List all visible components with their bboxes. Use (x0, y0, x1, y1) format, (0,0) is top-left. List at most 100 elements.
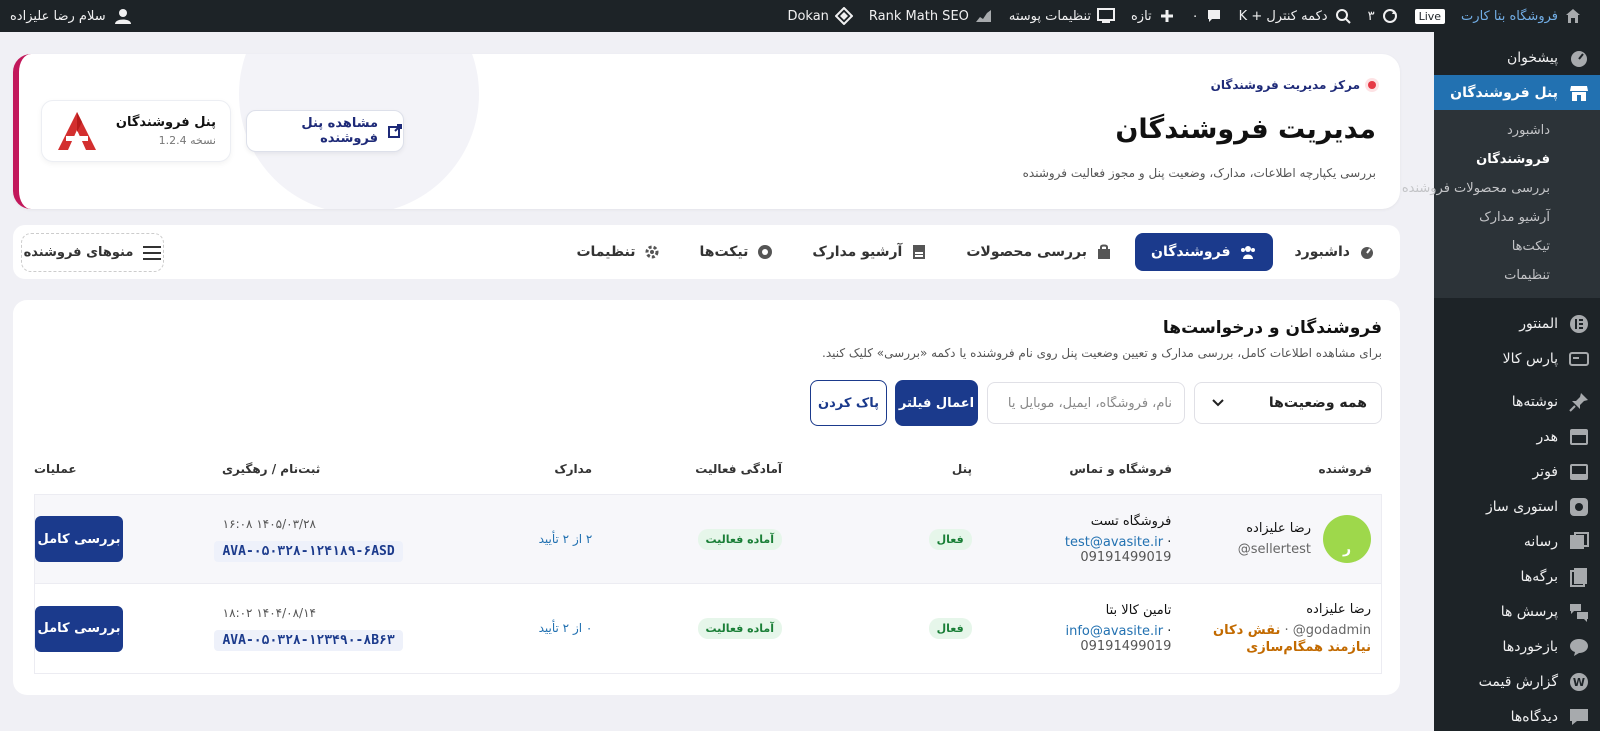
command-palette[interactable]: دکمه کنترل + K (1231, 0, 1360, 32)
refresh-icon (1381, 7, 1399, 25)
sidebar-item-dashboard[interactable]: پیشخوان (1434, 40, 1600, 75)
sidebar-item-feedback[interactable]: بازخوردها (1434, 629, 1600, 664)
sidebar-item-story-builder[interactable]: استوری ساز (1434, 489, 1600, 524)
chat-bubbles-icon (1568, 601, 1590, 623)
store-name: فروشگاه تست (1090, 513, 1172, 529)
full-review-button[interactable]: بررسی کامل (35, 516, 123, 562)
plugin-info-card: پنل فروشندگان نسخه 1.2.4 (41, 100, 231, 162)
readiness-badge: آماده فعالیت (697, 618, 783, 639)
dokan-link[interactable]: Dokan (779, 0, 860, 32)
page-description: بررسی یکپارچه اطلاعات، مدارک، وضعیت پنل … (1022, 166, 1376, 180)
col-panel: پنل (951, 462, 972, 476)
site-name: فروشگاه بتا کارت (1461, 8, 1558, 24)
breadcrumb: مرکز مدیریت فروشندگان (1211, 78, 1376, 92)
apply-filter-button[interactable]: اعمال فیلتر (895, 380, 978, 426)
sidebar-item-pars-kala[interactable]: پارس کالا (1434, 341, 1600, 376)
full-review-button[interactable]: بررسی کامل (35, 605, 123, 652)
external-link-icon (386, 122, 403, 140)
vendors-table: فروشنده فروشگاه و تماس پنل آمادگی فعالیت… (34, 444, 1382, 674)
plugin-version: نسخه 1.2.4 (158, 134, 216, 147)
vendors-panel: فروشندگان و درخواست‌ها برای مشاهده اطلاع… (13, 300, 1400, 695)
tracking-code: AVA-۰۵۰۳۲۸-۱۲۴۱۸۹-۶ASD (214, 540, 403, 562)
comments-link[interactable]: ۰ (1184, 0, 1231, 32)
vendor-name-link[interactable]: رضا علیزاده (1181, 602, 1371, 617)
sidebar-item-pages[interactable]: برگه‌ها (1434, 559, 1600, 594)
hero-card: مرکز مدیریت فروشندگان مدیریت فروشندگان ب… (13, 54, 1400, 209)
updates-link[interactable]: ۳ (1360, 0, 1407, 32)
header-icon (1568, 426, 1590, 448)
tab-doc-archive[interactable]: آرشیو مدارک (796, 233, 944, 271)
account-link[interactable]: سلام رضا علیزاده (10, 0, 132, 32)
sidebar-item-footer[interactable]: فوتر (1434, 454, 1600, 489)
docs-status[interactable]: ۲ از ۲ تأیید (539, 532, 593, 546)
gauge-icon (1358, 243, 1376, 261)
submenu-item-doc-archive[interactable]: آرشیو مدارک (1434, 203, 1600, 232)
panel-status-badge: فعال (928, 618, 972, 639)
sidebar-item-vendors-panel[interactable]: پنل فروشندگان (1434, 75, 1600, 110)
docs-status[interactable]: ۰ از ۲ تأیید (539, 621, 593, 635)
lifebuoy-icon (756, 243, 774, 261)
sidebar-item-price-report[interactable]: W گزارش قیمت (1434, 664, 1600, 699)
plugin-info: پنل فروشندگان نسخه 1.2.4 (116, 115, 216, 147)
speech-bubble-icon (1568, 636, 1590, 658)
status-dot (1368, 81, 1376, 89)
col-vendor: فروشنده (1318, 462, 1373, 476)
store-cell: تامین کالا بتا info@avasite.ir · 0919149… (982, 603, 1182, 654)
submenu-item-tickets[interactable]: تیکت‌ها (1434, 232, 1600, 261)
pin-icon (1568, 391, 1590, 413)
footer-icon (1568, 461, 1590, 483)
sidebar-item-questions[interactable]: پرسش ها (1434, 594, 1600, 629)
admin-sidebar: پیشخوان پنل فروشندگان داشبورد فروشندگان … (1402, 32, 1600, 731)
gauge-icon (1568, 47, 1590, 69)
comment-icon (1568, 706, 1590, 728)
sidebar-item-comments[interactable]: دیدگاه‌ها (1434, 699, 1600, 731)
clear-filter-button[interactable]: پاک کردن (810, 380, 887, 426)
rank-math-link[interactable]: Rank Math SEO (861, 0, 1001, 32)
vendor-name-link[interactable]: رضا علیزاده (1238, 521, 1311, 536)
plugin-logo-icon (54, 108, 100, 154)
new-content-link[interactable]: تازه (1123, 0, 1184, 32)
svg-text:W: W (1573, 676, 1585, 689)
sidebar-item-elementor[interactable]: المنتور (1434, 306, 1600, 341)
store-cell: فروشگاه تست test@avasite.ir · 0919149901… (982, 514, 1182, 565)
sidebar-item-header[interactable]: هدر (1434, 419, 1600, 454)
vendor-role: نقش دکان (1213, 623, 1281, 638)
theme-settings-link[interactable]: تنظیمات پوسته (1001, 0, 1123, 32)
tab-vendors[interactable]: فروشندگان (1135, 233, 1273, 271)
archive-icon (910, 243, 928, 261)
section-tabs: داشبورد فروشندگان بررسی محصولات آرشیو مد… (13, 225, 1400, 279)
tracking-code: AVA-۰۵۰۳۲۸-۱۲۳۴۹۰-۸B۶۳ (214, 630, 403, 651)
tab-dashboard[interactable]: داشبورد (1279, 233, 1393, 271)
readiness-badge: آماده فعالیت (697, 528, 783, 550)
panel-status-badge: فعال (928, 528, 972, 550)
submenu-item-settings[interactable]: تنظیمات (1434, 261, 1600, 290)
bag-icon (1095, 243, 1113, 261)
gear-icon (643, 243, 661, 261)
vendor-email[interactable]: test@avasite.ir (1065, 535, 1163, 550)
admin-bar-site[interactable]: فروشگاه بتا کارت (1453, 0, 1590, 32)
tab-settings[interactable]: تنظیمات (560, 233, 677, 271)
submenu-item-vendors[interactable]: فروشندگان (1434, 145, 1600, 174)
submenu-item-dashboard[interactable]: داشبورد (1434, 116, 1600, 145)
tab-product-review[interactable]: بررسی محصولات (950, 233, 1129, 271)
table-row: رضا علیزاده godadmin@ · نقش دکان نیازمند… (34, 584, 1382, 674)
comment-icon (1205, 7, 1223, 25)
plus-icon (1158, 7, 1176, 25)
search-input[interactable] (987, 382, 1185, 424)
panel-title: فروشندگان و درخواست‌ها (1162, 318, 1382, 338)
media-icon (1568, 531, 1590, 553)
panel-description: برای مشاهده اطلاعات کامل، بررسی مدارک و … (822, 346, 1382, 360)
vendor-menus-button[interactable]: منوهای فروشنده (21, 233, 164, 272)
vendor-email[interactable]: info@avasite.ir (1066, 624, 1164, 639)
vendor-cell: ر رضا علیزاده sellertest@ (1181, 515, 1371, 563)
chart-icon (975, 7, 993, 25)
submenu-item-product-review[interactable]: بررسی محصولات فروشنده (1402, 174, 1600, 203)
live-badge[interactable]: Live (1407, 0, 1453, 32)
tab-tickets[interactable]: تیکت‌ها (683, 233, 790, 271)
store-icon (1568, 82, 1590, 104)
sidebar-item-media[interactable]: رسانه (1434, 524, 1600, 559)
view-vendor-panel-button[interactable]: مشاهده پنل فروشنده (246, 110, 404, 152)
col-actions: عملیات (34, 462, 77, 476)
sidebar-item-posts[interactable]: نوشته‌ها (1434, 384, 1600, 419)
status-filter-select[interactable]: همه وضعیت‌ها (1194, 382, 1382, 424)
